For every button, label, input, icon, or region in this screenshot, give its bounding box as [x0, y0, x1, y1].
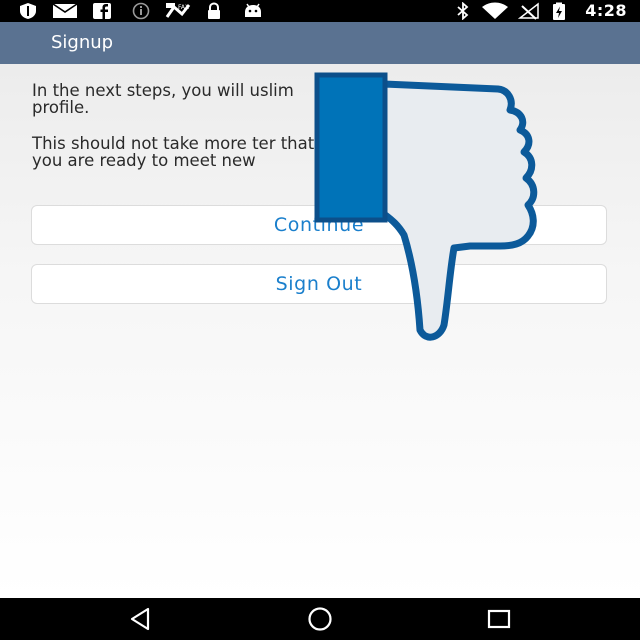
battery-charging-icon	[553, 2, 565, 20]
android-icon	[245, 3, 261, 17]
facebook-icon	[93, 3, 111, 19]
bluetooth-icon	[457, 2, 469, 20]
navigation-bar	[0, 598, 640, 640]
clock: 4:28	[585, 1, 627, 20]
back-icon[interactable]	[128, 606, 154, 632]
recents-icon[interactable]	[486, 606, 512, 632]
mail-icon	[52, 3, 78, 18]
thumbs-down-icon	[314, 72, 538, 341]
app-bar: Signup	[0, 22, 640, 64]
wifi-icon	[482, 2, 508, 19]
home-icon[interactable]	[306, 606, 334, 632]
page-title: Signup	[51, 32, 114, 53]
status-bar: FAX 4:28	[0, 0, 640, 22]
fax-icon: FAX	[165, 3, 191, 18]
shield-icon	[20, 3, 36, 19]
lock-icon	[208, 2, 220, 19]
info-icon	[132, 2, 150, 20]
no-signal-icon	[518, 2, 539, 20]
svg-text:FAX: FAX	[178, 4, 189, 11]
